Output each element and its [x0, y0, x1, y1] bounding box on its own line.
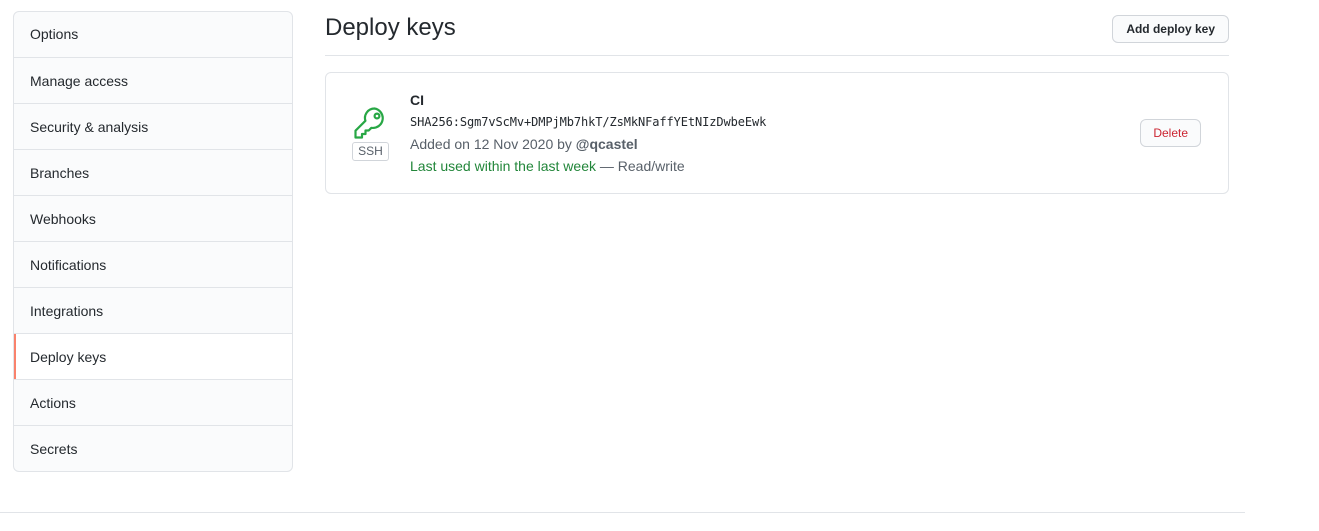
sidebar-item-branches[interactable]: Branches: [14, 149, 292, 195]
key-added-info: Added on 12 Nov 2020 by @qcastel: [410, 136, 638, 152]
added-by-user: @qcastel: [575, 136, 638, 152]
sidebar-item-security-analysis[interactable]: Security & analysis: [14, 103, 292, 149]
sidebar-item-webhooks[interactable]: Webhooks: [14, 195, 292, 241]
delete-key-button[interactable]: Delete: [1140, 119, 1201, 147]
key-fingerprint: SHA256:Sgm7vScMv+DMPjMb7hkT/ZsMkNFaffYEt…: [410, 115, 767, 129]
deploy-key-item: SSH CI SHA256:Sgm7vScMv+DMPjMb7hkT/ZsMkN…: [325, 72, 1229, 194]
sidebar-item-integrations[interactable]: Integrations: [14, 287, 292, 333]
settings-sidebar: Options Manage access Security & analysi…: [13, 11, 293, 472]
access-level-text: — Read/write: [596, 158, 685, 174]
sidebar-item-actions[interactable]: Actions: [14, 379, 292, 425]
last-used-text: Last used within the last week: [410, 158, 596, 174]
ssh-type-label: SSH: [352, 142, 389, 161]
sidebar-item-manage-access[interactable]: Manage access: [14, 57, 292, 103]
key-usage-info: Last used within the last week — Read/wr…: [410, 158, 685, 174]
sidebar-item-notifications[interactable]: Notifications: [14, 241, 292, 287]
sidebar-item-options[interactable]: Options: [14, 12, 292, 57]
sidebar-item-deploy-keys[interactable]: Deploy keys: [14, 333, 292, 379]
sidebar-item-secrets[interactable]: Secrets: [14, 425, 292, 471]
page-title: Deploy keys: [325, 14, 456, 41]
key-title: CI: [410, 92, 424, 108]
add-deploy-key-button[interactable]: Add deploy key: [1112, 15, 1229, 43]
key-icon: [354, 107, 384, 139]
page-header: Deploy keys Add deploy key: [325, 0, 1229, 56]
added-date-text: Added on 12 Nov 2020 by: [410, 136, 576, 152]
main-content: Deploy keys Add deploy key SSH CI SHA256…: [325, 0, 1229, 194]
footer-divider: [0, 512, 1245, 513]
